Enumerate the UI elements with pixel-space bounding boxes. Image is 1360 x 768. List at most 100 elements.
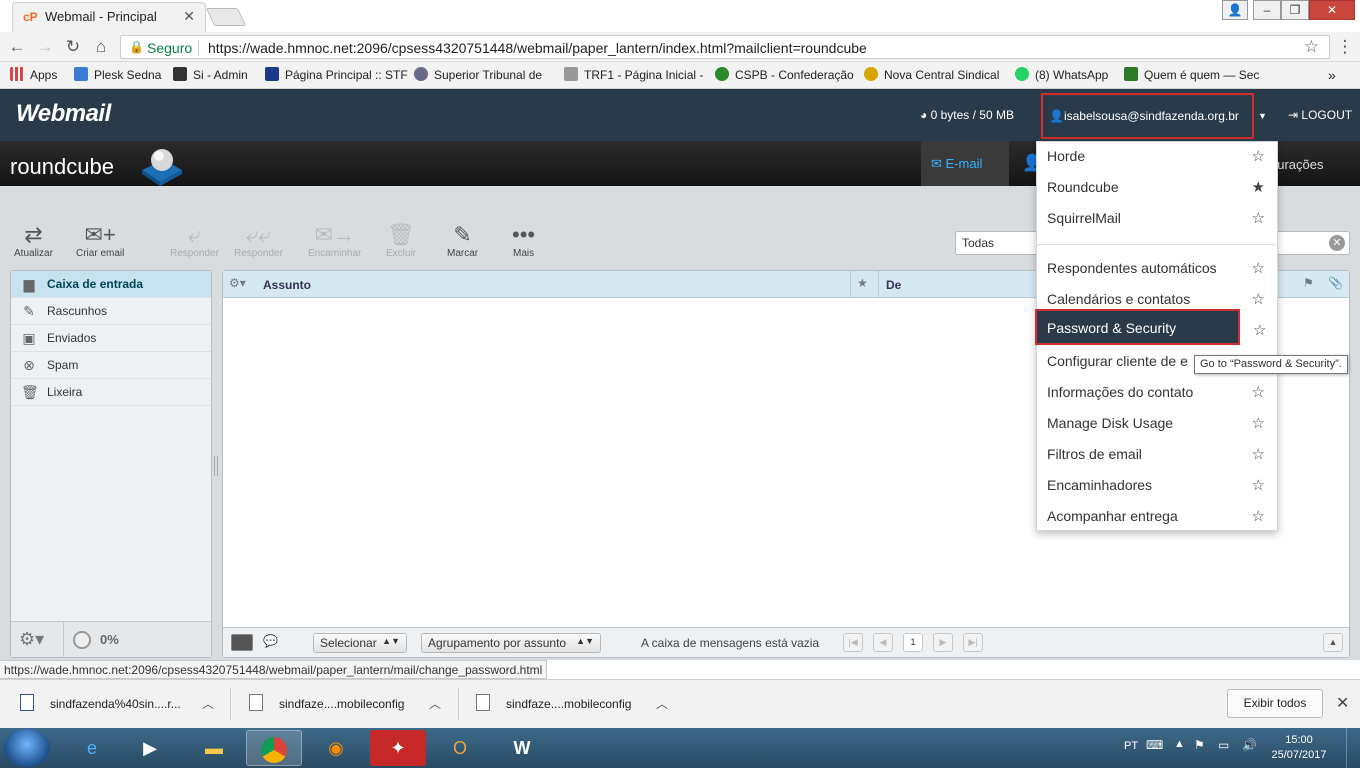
start-button[interactable]	[4, 729, 50, 767]
folder-sent[interactable]: ▣ Enviados	[11, 325, 211, 352]
star-outline-icon[interactable]: ☆	[1252, 507, 1265, 525]
list-view-icon[interactable]	[231, 634, 253, 651]
word-icon[interactable]: W	[494, 730, 550, 766]
more-bookmarks-icon[interactable]: »	[1328, 67, 1336, 83]
internet-explorer-icon[interactable]: e	[64, 730, 120, 766]
minimize-button[interactable]: –	[1253, 0, 1281, 20]
list-options-icon[interactable]: ⚙▾	[229, 276, 246, 290]
media-player-icon[interactable]: ▶	[122, 730, 178, 766]
menu-item-track-delivery[interactable]: Acompanhar entrega ☆	[1037, 502, 1277, 533]
threads-dropdown[interactable]: Agrupamento por assunto ▲▼	[421, 633, 601, 653]
reply-button[interactable]: ⤶ Responder	[170, 222, 219, 259]
webmail-logo[interactable]: Webmail	[16, 100, 111, 128]
new-tab-button[interactable]	[205, 8, 247, 26]
user-menu-button[interactable]: 👤isabelsousa@sindfazenda.org.br	[1041, 93, 1254, 139]
roundcube-logo[interactable]: roundcube	[10, 154, 114, 180]
clear-search-icon[interactable]: ✕	[1329, 235, 1345, 251]
reload-icon[interactable]: ↻	[62, 36, 84, 58]
menu-item-roundcube[interactable]: Roundcube ★	[1037, 173, 1277, 204]
bookmark-stf[interactable]: Página Principal :: STF	[265, 67, 408, 82]
star-outline-icon[interactable]: ☆	[1252, 147, 1265, 165]
forward-icon[interactable]: →	[34, 36, 56, 58]
system-clock[interactable]: 15:00 25/07/2017	[1270, 733, 1328, 763]
bookmark-plesk[interactable]: Plesk Sedna	[74, 67, 161, 82]
bookmark-ncst[interactable]: Nova Central Sindical	[864, 67, 999, 82]
menu-item-disk-usage[interactable]: Manage Disk Usage ☆	[1037, 409, 1277, 440]
volume-icon[interactable]: 🔊	[1242, 738, 1257, 752]
mark-button[interactable]: ✎ Marcar	[447, 222, 478, 259]
toggle-preview-button[interactable]: ▲	[1323, 633, 1343, 652]
star-outline-icon[interactable]: ☆	[1252, 290, 1265, 308]
settings-gear-icon[interactable]: ⚙▾	[19, 629, 44, 650]
chevron-up-icon[interactable]: ︿	[656, 695, 668, 712]
close-downloads-icon[interactable]: ✕	[1336, 693, 1349, 713]
bookmark-quem-e-quem[interactable]: Quem é quem — Sec	[1124, 67, 1259, 82]
language-indicator[interactable]: PT	[1124, 740, 1138, 752]
next-page-button[interactable]: ▶	[933, 633, 953, 652]
download-item[interactable]: sindfazenda%40sin....r... ︿	[20, 692, 220, 718]
contacts-icon[interactable]: 👤	[1022, 153, 1042, 172]
forward-button[interactable]: ✉→ Encaminhar	[308, 222, 361, 259]
column-subject[interactable]: Assunto	[263, 278, 311, 292]
delete-button[interactable]: 🗑 Excluir	[386, 222, 416, 259]
outlook-icon[interactable]: O	[432, 730, 488, 766]
show-desktop-button[interactable]	[1346, 728, 1360, 768]
first-page-button[interactable]: |◀	[843, 633, 863, 652]
star-outline-icon[interactable]: ☆	[1253, 321, 1266, 339]
home-icon[interactable]: ⌂	[90, 36, 112, 58]
show-all-downloads-button[interactable]: Exibir todos	[1227, 689, 1323, 718]
app-red-icon[interactable]: ✦	[370, 730, 426, 766]
browser-tab[interactable]: cP Webmail - Principal ✕	[12, 2, 206, 32]
menu-item-forwarders[interactable]: Encaminhadores ☆	[1037, 471, 1277, 502]
star-outline-icon[interactable]: ☆	[1252, 259, 1265, 277]
bookmark-star-icon[interactable]: ☆	[1304, 37, 1319, 57]
threads-icon[interactable]: 💬	[263, 634, 278, 648]
more-button[interactable]: ••• Mais	[512, 222, 535, 259]
chrome-icon[interactable]	[246, 730, 302, 766]
network-icon[interactable]: ▭	[1218, 738, 1229, 752]
menu-item-contact-info[interactable]: Informações do contato ☆	[1037, 378, 1277, 409]
tab-email[interactable]: ✉ E-mail	[921, 141, 1009, 186]
download-item[interactable]: sindfaze....mobileconfig ︿	[476, 692, 676, 718]
splitter-handle[interactable]	[214, 456, 218, 476]
flag-star-icon[interactable]: ★	[857, 276, 868, 290]
column-from[interactable]: De	[886, 278, 901, 292]
star-outline-icon[interactable]: ☆	[1252, 209, 1265, 227]
bookmark-trf1[interactable]: TRF1 - Página Inicial -	[564, 67, 703, 82]
file-explorer-icon[interactable]: ▬	[186, 730, 242, 766]
chevron-up-icon[interactable]: ︿	[429, 695, 441, 712]
chevron-up-icon[interactable]: ︿	[202, 695, 214, 712]
tab-settings[interactable]: gurações	[1270, 157, 1323, 172]
keyboard-icon[interactable]: ⌨	[1146, 738, 1163, 752]
tray-arrow-icon[interactable]: ▲	[1174, 738, 1185, 750]
menu-item-email-filters[interactable]: Filtros de email ☆	[1037, 440, 1277, 471]
star-outline-icon[interactable]: ☆	[1252, 445, 1265, 463]
maximize-button[interactable]: ❐	[1281, 0, 1309, 20]
bookmark-whatsapp[interactable]: (8) WhatsApp	[1015, 67, 1108, 82]
reply-all-button[interactable]: ⤶⤶ Responder	[234, 222, 283, 259]
firefox-icon[interactable]: ◉	[308, 730, 364, 766]
menu-icon[interactable]: ⋮	[1334, 36, 1356, 58]
select-dropdown[interactable]: Selecionar ▲▼	[313, 633, 407, 653]
bookmark-si-admin[interactable]: Si - Admin	[173, 67, 248, 82]
last-page-button[interactable]: ▶|	[963, 633, 983, 652]
menu-item-squirrelmail[interactable]: SquirrelMail ☆	[1037, 204, 1277, 235]
action-center-icon[interactable]: ⚑	[1194, 738, 1205, 752]
user-profile-icon[interactable]: 👤	[1222, 0, 1248, 20]
menu-item-password-security[interactable]: Password & Security	[1035, 309, 1240, 345]
bookmark-stj[interactable]: Superior Tribunal de	[414, 67, 542, 82]
star-outline-icon[interactable]: ☆	[1252, 476, 1265, 494]
refresh-button[interactable]: ⇄ Atualizar	[14, 222, 53, 259]
star-filled-icon[interactable]: ★	[1252, 178, 1265, 196]
back-icon[interactable]: ←	[6, 36, 28, 58]
bookmark-cspb[interactable]: CSPB - Confederação	[715, 67, 854, 82]
menu-item-autoresponders[interactable]: Respondentes automáticos ☆	[1037, 254, 1277, 285]
url-text[interactable]: https://wade.hmnoc.net:2096/cpsess432075…	[208, 40, 867, 56]
download-item[interactable]: sindfaze....mobileconfig ︿	[249, 692, 449, 718]
close-window-button[interactable]: ✕	[1309, 0, 1355, 20]
compose-button[interactable]: ✉+ Criar email	[76, 222, 124, 259]
folder-inbox[interactable]: ▆ Caixa de entrada	[11, 271, 211, 298]
star-outline-icon[interactable]: ☆	[1252, 383, 1265, 401]
address-bar[interactable]: 🔒 Seguro https://wade.hmnoc.net:2096/cps…	[120, 35, 1330, 59]
bookmark-apps[interactable]: Apps	[10, 67, 57, 82]
